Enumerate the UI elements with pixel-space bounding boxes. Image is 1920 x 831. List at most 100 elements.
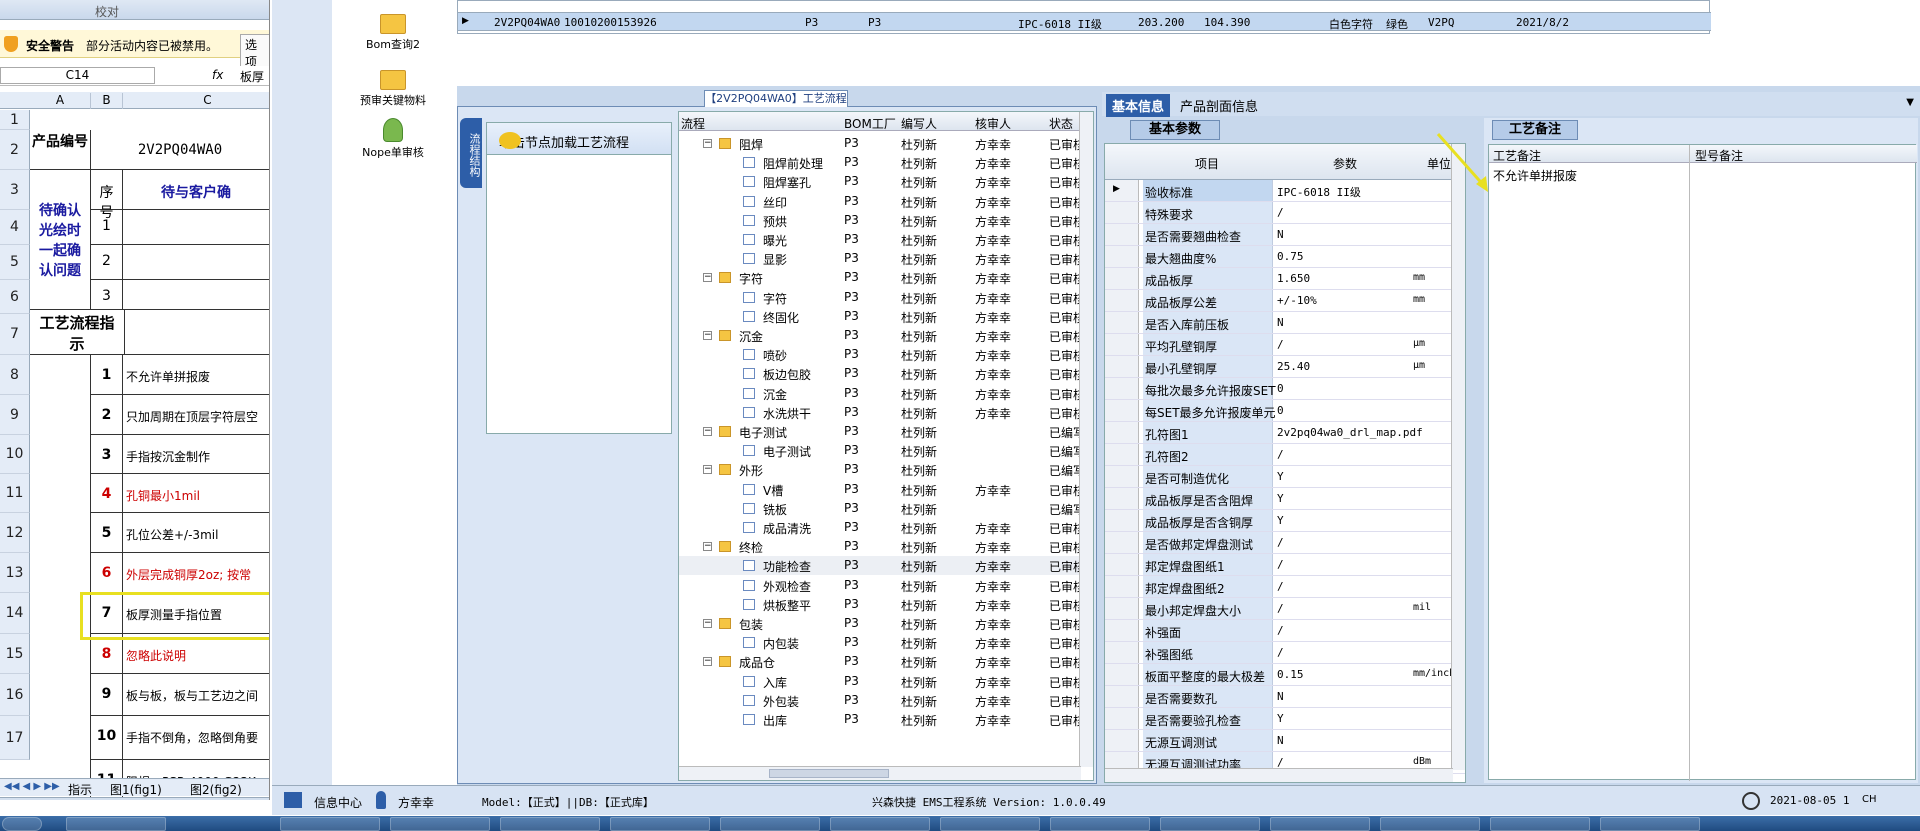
param-row[interactable]: 补强面 / — [1105, 620, 1465, 642]
ribbon-tab-review[interactable]: 校对 — [95, 3, 119, 20]
tree-row[interactable]: − 字符 P3 杜列新 方幸幸 已审核 — [679, 268, 1093, 287]
tree-row[interactable]: 外观检查 P3 杜列新 方幸幸 已审核 — [679, 576, 1093, 595]
collapse-icon[interactable]: − — [703, 542, 712, 552]
flow-label[interactable]: 工艺流程指示 — [30, 310, 125, 355]
item-number[interactable]: 6 — [91, 553, 123, 593]
item-text[interactable]: 板与板，板与工艺边之间 — [123, 674, 269, 716]
flow-structure-tab[interactable]: 流程结构 — [460, 118, 482, 188]
param-row[interactable]: 是否需要数孔 N — [1105, 686, 1465, 708]
customer-header[interactable]: 待与客户确 — [123, 170, 269, 210]
row-header[interactable] — [1105, 510, 1139, 531]
param-row[interactable]: 孔符图1 2v2pq04wa0_drl_map.pdf — [1105, 422, 1465, 444]
column-header[interactable]: 工艺备注 — [1493, 147, 1541, 164]
scroll-thumb[interactable] — [769, 769, 889, 778]
param-row[interactable]: 最小邦定焊盘大小 / mil — [1105, 598, 1465, 620]
seq-cell[interactable]: 3 — [91, 280, 123, 310]
item-text[interactable]: 孔位公差+/-3mil — [123, 513, 269, 553]
row-header[interactable]: 4 — [0, 210, 30, 245]
row-header[interactable]: 9 — [0, 395, 30, 435]
item-number[interactable]: 8 — [91, 634, 123, 674]
param-value[interactable]: 0 — [1277, 382, 1284, 395]
param-value[interactable]: Y — [1277, 712, 1284, 725]
tree-row[interactable]: 沉金 P3 杜列新 方幸幸 已审核 — [679, 384, 1093, 403]
tool-nope-review[interactable]: Nope单审核 — [333, 118, 453, 160]
param-row[interactable]: 无源互调测试 N — [1105, 730, 1465, 752]
column-header-b[interactable]: B — [91, 93, 123, 109]
param-row[interactable]: 最大翘曲度% 0.75 — [1105, 246, 1465, 268]
tree-row[interactable]: 功能检查 P3 杜列新 方幸幸 已审核 — [679, 556, 1093, 576]
param-value[interactable]: Y — [1277, 492, 1284, 505]
param-horizontal-scrollbar[interactable] — [1105, 768, 1453, 782]
row-header[interactable] — [1105, 598, 1139, 619]
item-text[interactable]: 孔铜最小1mil — [123, 474, 269, 513]
taskbar-button[interactable] — [1380, 817, 1480, 831]
collapse-icon[interactable]: − — [703, 465, 712, 475]
row-header[interactable] — [1105, 620, 1139, 641]
column-header[interactable]: 型号备注 — [1695, 147, 1743, 164]
param-value[interactable]: 2v2pq04wa0_drl_map.pdf — [1277, 426, 1423, 439]
taskbar-button[interactable] — [830, 817, 930, 831]
param-row[interactable]: 成品板厚是否含阻焊 Y — [1105, 488, 1465, 510]
tree-row[interactable]: 内包装 P3 杜列新 方幸幸 已审核 — [679, 633, 1093, 652]
collapse-icon[interactable]: − — [703, 619, 712, 628]
taskbar-button[interactable] — [500, 817, 600, 831]
param-row[interactable]: 特殊要求 / — [1105, 202, 1465, 224]
row-header[interactable] — [1105, 730, 1139, 751]
row-header[interactable] — [1105, 224, 1139, 245]
row-header[interactable] — [1105, 466, 1139, 487]
param-value[interactable]: 1.650 — [1277, 272, 1310, 285]
row-header[interactable] — [1105, 532, 1139, 553]
param-value[interactable]: / — [1277, 646, 1284, 659]
param-value[interactable]: +/-10% — [1277, 294, 1317, 307]
tree-row[interactable]: 成品清洗 P3 杜列新 方幸幸 已审核 — [679, 518, 1093, 537]
taskbar-button[interactable] — [280, 817, 380, 831]
row-header[interactable] — [1105, 312, 1139, 333]
column-header[interactable]: 项目 — [1195, 155, 1219, 172]
collapse-icon[interactable]: − — [703, 139, 712, 148]
row-header[interactable]: 14 — [0, 593, 30, 634]
column-header-a[interactable]: A — [30, 93, 91, 109]
param-row[interactable]: 补强图纸 / — [1105, 642, 1465, 664]
tree-row[interactable]: − 外形 P3 杜列新 已编写 — [679, 460, 1093, 479]
sheet-tab[interactable]: 图1(fig1) — [110, 781, 162, 798]
sheet-nav-arrows-icon[interactable]: ◀◀ ◀ ▶ ▶▶ — [4, 781, 60, 792]
tree-row[interactable]: 终固化 P3 杜列新 方幸幸 已审核 — [679, 307, 1093, 326]
tab-process-notes[interactable]: 工艺备注 — [1492, 120, 1578, 140]
param-row[interactable]: 平均孔壁铜厚 / μm — [1105, 334, 1465, 356]
param-row[interactable]: 成品板厚 1.650 mm — [1105, 268, 1465, 290]
column-header[interactable]: 参数 — [1333, 155, 1357, 172]
row-header[interactable] — [1105, 686, 1139, 707]
node-hint-header[interactable]: 单击节点加载工艺流程 — [487, 123, 671, 155]
row-header[interactable]: 8 — [0, 355, 30, 395]
item-text[interactable]: 只加周期在顶层字符层空 — [123, 395, 269, 435]
item-number[interactable]: 1 — [91, 355, 123, 395]
param-row[interactable]: 邦定焊盘图纸1 / — [1105, 554, 1465, 576]
sheet-tab[interactable]: 图2(fig2) — [190, 781, 242, 798]
param-value[interactable]: / — [1277, 206, 1284, 219]
row-header[interactable]: 6 — [0, 280, 30, 314]
param-value[interactable]: / — [1277, 448, 1284, 461]
fx-icon[interactable]: fx — [212, 68, 223, 82]
row-header[interactable]: 13 — [0, 553, 30, 593]
grid-icon[interactable] — [284, 792, 302, 808]
column-header-c[interactable]: C — [123, 93, 269, 109]
param-row[interactable]: 是否入库前压板 N — [1105, 312, 1465, 334]
tree-row[interactable]: 喷砂 P3 杜列新 方幸幸 已审核 — [679, 345, 1093, 364]
tab-basic-info[interactable]: 基本信息 — [1106, 94, 1171, 117]
item-number[interactable]: 5 — [91, 513, 123, 553]
param-value[interactable]: IPC-6018 II级 — [1277, 184, 1361, 200]
row-header[interactable] — [1105, 444, 1139, 465]
param-row[interactable]: 邦定焊盘图纸2 / — [1105, 576, 1465, 598]
row-header[interactable] — [1105, 356, 1139, 377]
param-value[interactable]: 0 — [1277, 404, 1284, 417]
column-header[interactable]: BOM工厂 — [844, 115, 896, 132]
seq-cell[interactable]: 2 — [91, 245, 123, 280]
param-row[interactable]: 每批次最多允许报废SET 0 — [1105, 378, 1465, 400]
row-header[interactable] — [1105, 246, 1139, 267]
column-header[interactable]: 核审人 — [975, 115, 1011, 132]
row-header[interactable] — [1105, 400, 1139, 421]
taskbar-button[interactable] — [1490, 817, 1590, 831]
row-header[interactable] — [1105, 268, 1139, 289]
tree-row[interactable]: 出库 P3 杜列新 方幸幸 已审核 — [679, 710, 1093, 729]
row-header[interactable]: 12 — [0, 513, 30, 553]
